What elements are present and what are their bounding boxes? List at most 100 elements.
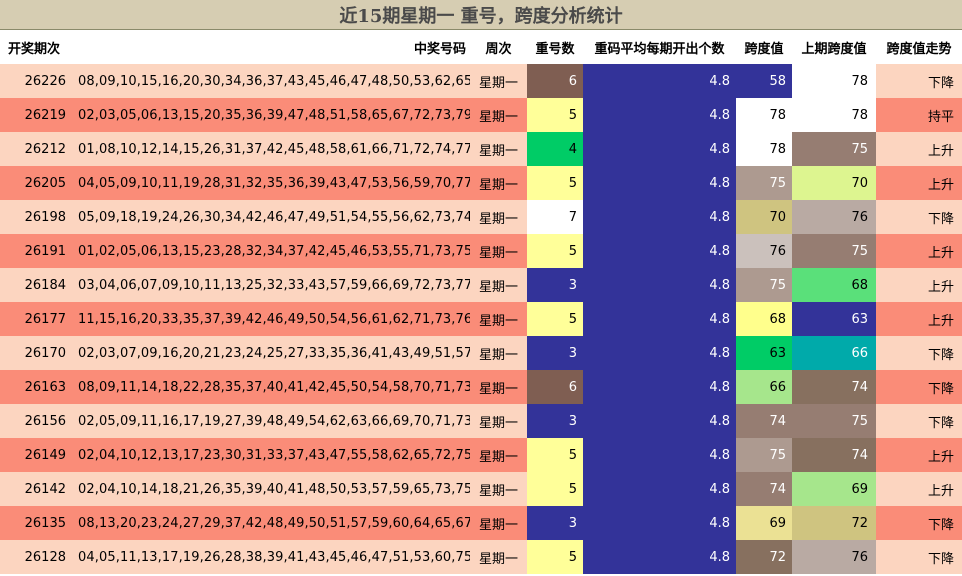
last-span-cell: 66 — [792, 336, 876, 370]
trend-cell: 上升 — [927, 279, 954, 295]
trend-cell: 上升 — [927, 449, 954, 465]
table-row: 26135 08,13,20,23,24,27,29,37,42,48,49,50… — [0, 506, 962, 540]
span-cell: 78 — [736, 98, 792, 132]
numbers-cell: 01,02,05,06,13,15,23,28,32,34,37,42,45,4… — [78, 243, 470, 259]
span-cell: 75 — [736, 166, 792, 200]
weekday-cell: 星期一 — [478, 75, 518, 91]
average-cell: 4.8 — [583, 200, 736, 234]
weekday-cell: 星期一 — [478, 177, 518, 193]
table-row: 26205 04,05,09,10,11,19,28,31,32,35,36,39… — [0, 166, 962, 200]
trend-cell: 下降 — [927, 415, 954, 431]
issue-cell: 26135 — [24, 515, 66, 531]
repeat-count-cell: 5 — [527, 472, 583, 506]
average-cell: 4.8 — [583, 438, 736, 472]
issue-cell: 26163 — [24, 379, 66, 395]
span-cell: 74 — [736, 404, 792, 438]
table-row: 26184 03,04,06,07,09,10,11,13,25,32,33,43… — [0, 268, 962, 302]
weekday-cell: 星期一 — [478, 483, 518, 499]
trend-cell: 下降 — [927, 381, 954, 397]
numbers-cell: 04,05,09,10,11,19,28,31,32,35,36,39,43,4… — [78, 175, 470, 191]
table-body: 26226 08,09,10,15,16,20,30,34,36,37,43,45… — [0, 64, 962, 574]
repeat-count-cell: 4 — [527, 132, 583, 166]
average-cell: 4.8 — [583, 336, 736, 370]
numbers-cell: 08,13,20,23,24,27,29,37,42,48,49,50,51,5… — [78, 515, 470, 531]
trend-cell: 上升 — [927, 313, 954, 329]
table-row: 26142 02,04,10,14,18,21,26,35,39,40,41,48… — [0, 472, 962, 506]
issue-cell: 26142 — [24, 481, 66, 497]
average-cell: 4.8 — [583, 404, 736, 438]
issue-cell: 26226 — [24, 73, 66, 89]
numbers-cell: 08,09,10,15,16,20,30,34,36,37,43,45,46,4… — [78, 73, 470, 89]
last-span-cell: 72 — [792, 506, 876, 540]
span-cell: 72 — [736, 540, 792, 574]
span-cell: 70 — [736, 200, 792, 234]
average-cell: 4.8 — [583, 506, 736, 540]
table-header: 开奖期次 中奖号码 周次 重号数 重码平均每期开出个数 跨度值 上期跨度值 跨度… — [0, 30, 962, 64]
page-title: 近15期星期一 重号，跨度分析统计 — [339, 5, 623, 27]
last-span-cell: 78 — [792, 64, 876, 98]
table-row: 26163 08,09,11,14,18,22,28,35,37,40,41,42… — [0, 370, 962, 404]
numbers-cell: 11,15,16,20,33,35,37,39,42,46,49,50,54,5… — [78, 311, 470, 327]
issue-cell: 26177 — [24, 311, 66, 327]
last-span-cell: 69 — [792, 472, 876, 506]
last-span-cell: 74 — [792, 438, 876, 472]
weekday-cell: 星期一 — [478, 279, 518, 295]
title-bar: 近15期星期一 重号，跨度分析统计 — [0, 0, 962, 30]
header-average: 重码平均每期开出个数 — [594, 41, 725, 57]
last-span-cell: 75 — [792, 234, 876, 268]
numbers-cell: 04,05,11,13,17,19,26,28,38,39,41,43,45,4… — [78, 549, 470, 565]
table-row: 26156 02,05,09,11,16,17,19,27,39,48,49,54… — [0, 404, 962, 438]
table-row: 26170 02,03,07,09,16,20,21,23,24,25,27,33… — [0, 336, 962, 370]
weekday-cell: 星期一 — [478, 551, 518, 567]
weekday-cell: 星期一 — [478, 381, 518, 397]
issue-cell: 26156 — [24, 413, 66, 429]
weekday-cell: 星期一 — [478, 415, 518, 431]
average-cell: 4.8 — [583, 540, 736, 574]
repeat-count-cell: 5 — [527, 302, 583, 336]
numbers-cell: 05,09,18,19,24,26,30,34,42,46,47,49,51,5… — [78, 209, 470, 225]
weekday-cell: 星期一 — [478, 449, 518, 465]
issue-cell: 26205 — [24, 175, 66, 191]
numbers-cell: 02,03,05,06,13,15,20,35,36,39,47,48,51,5… — [78, 107, 470, 123]
last-span-cell: 78 — [792, 98, 876, 132]
header-last-span: 上期跨度值 — [801, 41, 867, 57]
issue-cell: 26198 — [24, 209, 66, 225]
repeat-count-cell: 5 — [527, 166, 583, 200]
table-row: 26226 08,09,10,15,16,20,30,34,36,37,43,45… — [0, 64, 962, 98]
trend-cell: 上升 — [927, 483, 954, 499]
repeat-count-cell: 7 — [527, 200, 583, 234]
numbers-cell: 01,08,10,12,14,15,26,31,37,42,45,48,58,6… — [78, 141, 470, 157]
repeat-count-cell: 5 — [527, 540, 583, 574]
average-cell: 4.8 — [583, 98, 736, 132]
header-numbers: 中奖号码 — [413, 41, 466, 57]
weekday-cell: 星期一 — [478, 245, 518, 261]
header-weekday: 周次 — [485, 41, 512, 57]
span-cell: 58 — [736, 64, 792, 98]
span-cell: 76 — [736, 234, 792, 268]
weekday-cell: 星期一 — [478, 517, 518, 533]
table-row: 26177 11,15,16,20,33,35,37,39,42,46,49,50… — [0, 302, 962, 336]
average-cell: 4.8 — [583, 234, 736, 268]
header-span: 跨度值 — [744, 41, 784, 57]
weekday-cell: 星期一 — [478, 313, 518, 329]
table-row: 26212 01,08,10,12,14,15,26,31,37,42,45,48… — [0, 132, 962, 166]
last-span-cell: 75 — [792, 404, 876, 438]
span-cell: 68 — [736, 302, 792, 336]
trend-cell: 上升 — [927, 143, 954, 159]
table-row: 26128 04,05,11,13,17,19,26,28,38,39,41,43… — [0, 540, 962, 574]
issue-cell: 26219 — [24, 107, 66, 123]
last-span-cell: 76 — [792, 200, 876, 234]
average-cell: 4.8 — [583, 64, 736, 98]
repeat-count-cell: 5 — [527, 234, 583, 268]
span-cell: 75 — [736, 438, 792, 472]
table-row: 26219 02,03,05,06,13,15,20,35,36,39,47,48… — [0, 98, 962, 132]
weekday-cell: 星期一 — [478, 211, 518, 227]
repeat-count-cell: 3 — [527, 506, 583, 540]
average-cell: 4.8 — [583, 166, 736, 200]
table-row: 26198 05,09,18,19,24,26,30,34,42,46,47,49… — [0, 200, 962, 234]
header-row: 开奖期次 中奖号码 周次 重号数 重码平均每期开出个数 跨度值 上期跨度值 跨度… — [0, 30, 962, 64]
repeat-count-cell: 6 — [527, 370, 583, 404]
span-cell: 74 — [736, 472, 792, 506]
stats-table: 开奖期次 中奖号码 周次 重号数 重码平均每期开出个数 跨度值 上期跨度值 跨度… — [0, 30, 962, 574]
issue-cell: 26184 — [24, 277, 66, 293]
